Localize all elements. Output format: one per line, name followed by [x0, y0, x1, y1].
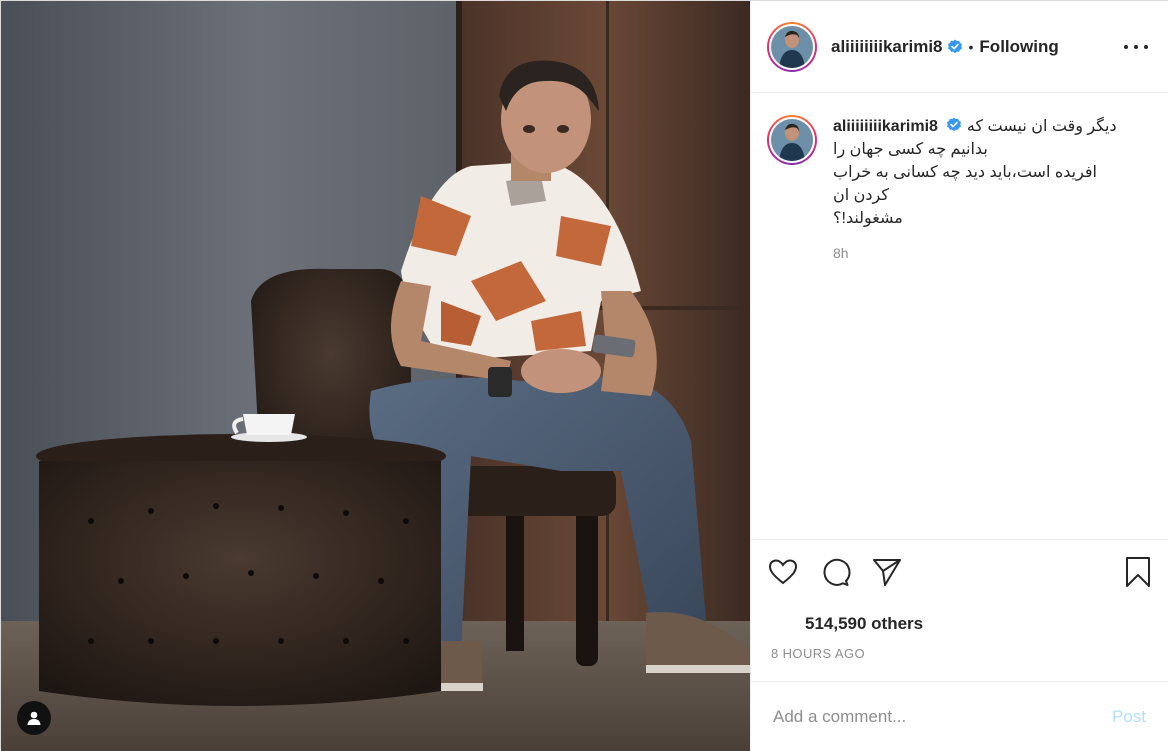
- verified-badge-icon: [947, 117, 962, 132]
- separator-dot: •: [968, 38, 974, 55]
- post-dialog: aliiiiiiiikarimi8 • Following aliiiiiiii…: [0, 0, 1168, 751]
- caption-line: دیگر وقت ان نیست که: [966, 118, 1117, 135]
- more-options-icon[interactable]: [1124, 37, 1148, 57]
- post-details-panel: aliiiiiiiikarimi8 • Following aliiiiiiii…: [750, 1, 1168, 751]
- caption: aliiiiiiiikarimi8 دیگر وقت ان نیست که بد…: [767, 115, 1154, 265]
- comments-section: aliiiiiiiikarimi8 دیگر وقت ان نیست که بد…: [751, 93, 1168, 539]
- caption-username[interactable]: aliiiiiiiikarimi8: [833, 118, 938, 135]
- following-button[interactable]: Following: [979, 37, 1058, 57]
- add-comment-bar: Post: [751, 681, 1168, 751]
- user-tag-button[interactable]: [17, 701, 51, 735]
- comment-icon[interactable]: [819, 556, 851, 588]
- caption-line: بدانیم چه کسی جهان را: [833, 141, 988, 158]
- username-link[interactable]: aliiiiiiiikarimi8: [831, 37, 943, 57]
- likes-count[interactable]: 514,590 others: [805, 614, 1154, 634]
- post-comment-button[interactable]: Post: [1106, 706, 1152, 728]
- action-bar: [767, 540, 1154, 604]
- caption-time[interactable]: 8h: [833, 242, 1133, 265]
- post-photo: [1, 1, 750, 751]
- post-timestamp[interactable]: 8 HOURS AGO: [771, 646, 1154, 661]
- comment-input[interactable]: [771, 705, 1106, 728]
- bookmark-icon[interactable]: [1122, 556, 1154, 588]
- caption-line: کردن ان: [833, 187, 889, 204]
- caption-line: مشغولند!؟: [833, 210, 903, 227]
- verified-badge-icon: [947, 39, 962, 53]
- paper-plane-icon[interactable]: [871, 556, 903, 588]
- avatar[interactable]: [767, 21, 817, 72]
- heart-icon[interactable]: [767, 556, 799, 588]
- caption-avatar[interactable]: [767, 115, 817, 165]
- user-tag-icon: [27, 711, 41, 725]
- caption-body: aliiiiiiiikarimi8 دیگر وقت ان نیست که بد…: [833, 115, 1133, 265]
- caption-line: افریده است،باید دید چه کسانی به خراب: [833, 164, 1097, 181]
- post-media[interactable]: [1, 1, 750, 751]
- actions-section: 514,590 others 8 HOURS AGO: [751, 539, 1168, 679]
- post-header: aliiiiiiiikarimi8 • Following: [751, 1, 1168, 93]
